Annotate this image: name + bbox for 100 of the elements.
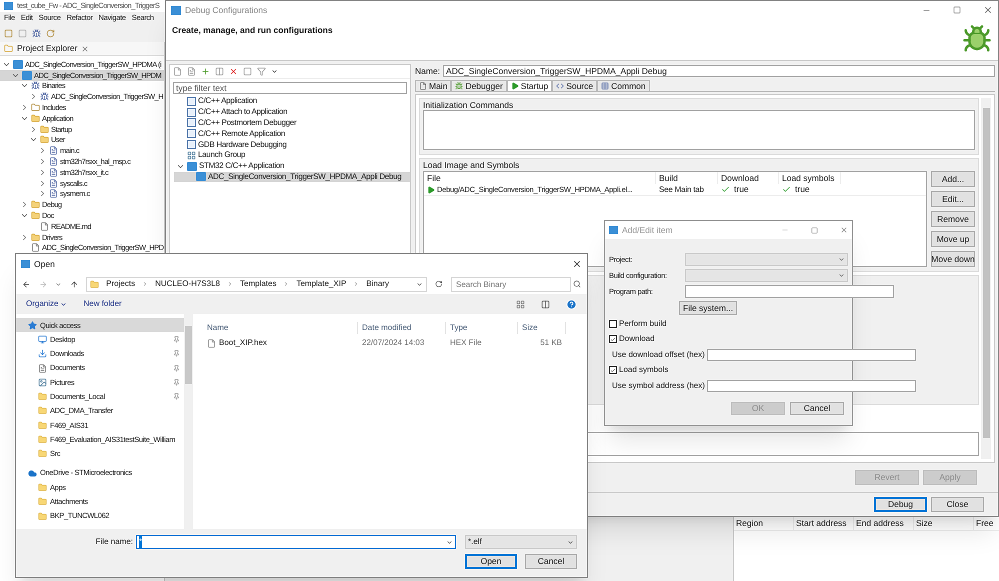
folder-icon [38,392,47,402]
chevron-right-icon[interactable] [38,146,47,156]
button[interactable]: Move down [931,251,975,267]
tree-item[interactable]: C/C++ Postmortem Debugger [174,118,410,128]
checkbox[interactable] [609,335,617,343]
tree-item[interactable]: ADC_SingleConversion_TriggerSW_HPDMA_Appli Debug [174,172,410,182]
new-folder-button[interactable]: New folder [83,298,122,310]
delete-icon[interactable] [229,67,238,76]
column-header[interactable]: Size [518,322,566,334]
chevron-right-icon[interactable] [38,178,47,188]
search-icon[interactable] [572,280,581,288]
button[interactable]: Remove [931,211,975,227]
breadcrumb-item[interactable]: Projects [106,278,136,290]
chevron-right-icon[interactable] [20,103,29,112]
tab[interactable]: Source [552,80,598,91]
tree-item[interactable]: C/C++ Application [174,96,410,107]
button[interactable]: Close [931,497,984,512]
bug-icon [962,24,992,54]
bug-icon[interactable] [32,28,41,38]
tree-item[interactable]: STM32 C/C++ Application [174,160,410,172]
column-header[interactable]: Date modified [358,322,446,334]
column-header[interactable]: File [424,172,656,184]
input-field[interactable] [706,380,916,392]
chevron-right-icon[interactable] [29,124,38,134]
star-icon [28,320,37,330]
button[interactable]: Open [465,554,517,569]
column-header[interactable]: Build [656,172,718,184]
help-icon[interactable] [566,298,577,310]
tree-item[interactable]: GDB Hardware Debugging [174,139,410,150]
breadcrumb-item[interactable]: Binary [366,278,389,290]
folder-icon [38,435,47,444]
name-field[interactable]: ADC_SingleConversion_TriggerSW_HPDMA_Appli Debug [443,65,995,77]
column-header[interactable]: Type [446,322,518,334]
chevron-down-icon [446,538,453,546]
file-name-field[interactable]: * [136,535,456,549]
picture-icon [38,378,47,387]
check-icon [610,336,616,342]
commands-field[interactable] [423,110,975,150]
search-field[interactable]: Search Binary [450,276,571,292]
maximize-icon[interactable] [953,6,961,14]
tree-item[interactable]: C/C++ Remote Application [174,128,410,140]
chevron-right-icon[interactable] [38,189,47,198]
chevron-down-icon[interactable] [416,280,424,288]
refresh-icon[interactable] [435,280,443,288]
chevron-right-icon[interactable] [38,168,47,177]
button[interactable]: Cancel [790,402,844,415]
play-icon [510,82,519,90]
download-icon [38,349,47,358]
breadcrumb-item[interactable]: Templates [240,278,276,290]
chevron-right-icon[interactable] [29,92,38,102]
file-icon [207,338,216,348]
table-icon [601,82,610,90]
tree-item[interactable]: Launch Group [174,150,410,161]
file-row[interactable]: Boot_XIP.hex 22/07/2024 14:03 HEX File 51 KB [203,336,587,350]
close-icon[interactable] [983,5,993,15]
preview-pane-icon[interactable] [541,300,550,308]
column-header[interactable]: Download [718,172,779,184]
tab[interactable]: Startup [506,80,552,91]
tab[interactable]: Common [597,80,650,91]
folder-icon [38,420,47,430]
button[interactable]: Cancel [525,554,577,569]
chevron-right-icon [227,281,233,287]
file-type-dropdown[interactable]: *.elf [465,535,577,549]
chevron-right-icon[interactable] [20,200,29,210]
maximize-icon[interactable] [811,226,818,234]
tree-item[interactable]: C/C++ Attach to Application [174,106,410,118]
up-icon[interactable] [70,280,78,288]
button[interactable]: Edit... [931,191,975,207]
dropdown-icon[interactable] [271,68,278,75]
view-icon[interactable] [516,300,525,308]
scrollbar[interactable] [981,98,991,459]
filter-field[interactable]: type filter text [173,82,407,94]
organize-menu[interactable]: Organize [26,298,68,310]
group-label: Initialization Commands [423,99,514,110]
chevron-right-icon[interactable] [20,232,29,242]
tab[interactable]: Main [415,80,452,91]
breadcrumb-item[interactable]: NUCLEO-H7S3L8 [155,278,220,290]
button[interactable]: Debug [874,497,927,512]
filter-icon[interactable] [257,67,266,76]
tab[interactable]: Debugger [451,80,507,91]
folder-icon [38,512,47,520]
chevron-down-icon [567,538,574,546]
chevron-right-icon[interactable] [38,157,47,166]
button[interactable]: Move up [931,231,975,247]
address-bar[interactable]: Projects NUCLEO-H7S3L8 Templates Template_XIP Binary [86,276,428,292]
close-icon[interactable] [572,259,582,269]
plus-icon[interactable] [201,67,210,76]
checkbox[interactable] [609,320,617,328]
column-header[interactable]: Load symbols [779,172,841,184]
column-header[interactable]: Name [203,322,358,334]
button[interactable]: Add... [931,171,975,187]
button[interactable]: File system... [679,301,738,315]
chevron-right-icon [142,281,148,287]
input-field[interactable] [685,285,894,298]
breadcrumb-item[interactable]: Template_XIP [296,278,346,290]
input-field[interactable] [706,348,916,360]
back-icon[interactable] [22,280,31,288]
file-icon[interactable] [187,67,196,76]
chevron-down-icon[interactable] [55,280,62,288]
checkbox[interactable] [609,366,617,374]
